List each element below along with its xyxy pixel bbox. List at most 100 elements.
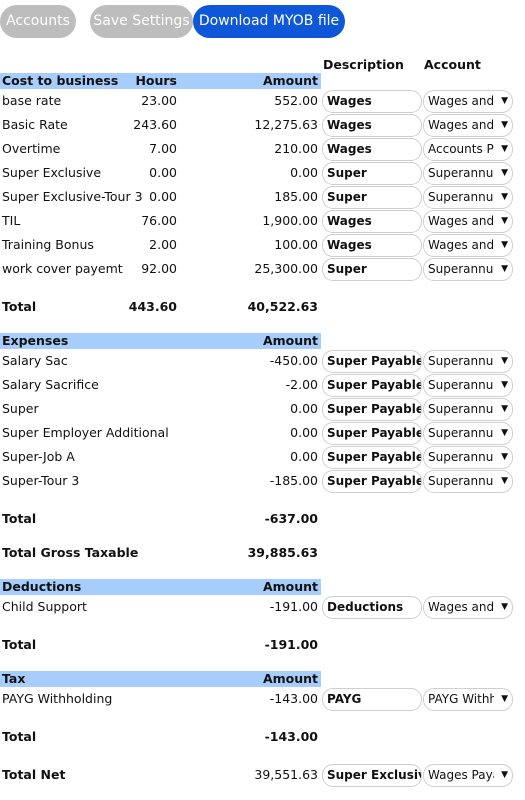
row-label: TIL bbox=[2, 213, 21, 228]
row-amount: 210.00 bbox=[274, 141, 318, 156]
row-amount: -191.00 bbox=[269, 599, 318, 614]
row-amount: 185.00 bbox=[274, 189, 318, 204]
table-row: base rate 23.00 552.00 Wages Wages and ▼ bbox=[0, 90, 525, 114]
total-amount: -637.00 bbox=[264, 511, 318, 526]
account-select[interactable]: Superannua ▼ bbox=[423, 186, 513, 209]
row-label: base rate bbox=[2, 93, 62, 108]
total-net-row: Total Net39,551.63Super ExclusiveWages P… bbox=[0, 764, 525, 788]
account-select[interactable]: Superannua ▼ bbox=[423, 446, 513, 469]
account-select[interactable]: PAYG Withh ▼ bbox=[423, 688, 513, 711]
row-hours: 7.00 bbox=[149, 141, 177, 156]
header-amount: Amount bbox=[262, 73, 318, 88]
description-input[interactable]: Super bbox=[322, 258, 422, 281]
account-select-value: Superannua bbox=[428, 262, 494, 276]
description-input[interactable]: Super Payable bbox=[322, 398, 422, 421]
description-input[interactable]: Super bbox=[322, 162, 422, 185]
account-select-value: PAYG Withh bbox=[428, 692, 494, 706]
row-label: Overtime bbox=[2, 141, 61, 156]
account-select-value: Superannua bbox=[428, 474, 494, 488]
account-select-value: Wages and bbox=[428, 118, 494, 132]
gross-taxable-label: Total Gross Taxable bbox=[2, 545, 139, 560]
table-row: Super-Job A 0.00 Super Payable Superannua ▼ bbox=[0, 446, 525, 470]
deductions-total-row: Total -191.00 bbox=[0, 634, 525, 658]
account-select[interactable]: Wages and ▼ bbox=[423, 596, 513, 619]
row-amount: 0.00 bbox=[290, 425, 318, 440]
chevron-down-icon: ▼ bbox=[501, 602, 508, 612]
header-amount: Amount bbox=[262, 579, 318, 594]
total-amount: -191.00 bbox=[264, 637, 318, 652]
row-label: Super Exclusive bbox=[2, 165, 102, 180]
account-select[interactable]: Superannua ▼ bbox=[423, 422, 513, 445]
description-input[interactable]: Super Payable bbox=[322, 470, 422, 493]
account-select-value: Superannua bbox=[428, 166, 494, 180]
description-input[interactable]: Deductions bbox=[322, 596, 422, 619]
description-input[interactable]: Super Payable bbox=[322, 374, 422, 397]
row-hours: 92.00 bbox=[141, 261, 177, 276]
description-input[interactable]: PAYG bbox=[322, 688, 422, 711]
row-hours: 0.00 bbox=[149, 165, 177, 180]
chevron-down-icon: ▼ bbox=[501, 264, 508, 274]
row-label: Salary Sacrifice bbox=[2, 377, 99, 392]
account-select[interactable]: Wages and ▼ bbox=[423, 210, 513, 233]
save-settings-button[interactable]: Save Settings bbox=[90, 5, 193, 38]
account-select[interactable]: Superannua ▼ bbox=[423, 162, 513, 185]
description-input[interactable]: Super Exclusive bbox=[322, 764, 422, 787]
header-amount: Amount bbox=[262, 671, 318, 686]
row-label: PAYG Withholding bbox=[2, 691, 113, 706]
row-amount: 0.00 bbox=[290, 449, 318, 464]
description-input[interactable]: Wages bbox=[322, 114, 422, 137]
row-amount: 25,300.00 bbox=[254, 261, 318, 276]
description-input[interactable]: Super bbox=[322, 186, 422, 209]
table-row: PAYG Withholding -143.00 PAYG PAYG Withh ▼ bbox=[0, 688, 525, 712]
chevron-down-icon: ▼ bbox=[501, 476, 508, 486]
row-label: Super-Job A bbox=[2, 449, 75, 464]
total-label: Total bbox=[2, 511, 37, 526]
row-label: Super Employer Additional bbox=[2, 425, 169, 440]
table-row: Super-Tour 3 -185.00 Super Payable Superann… bbox=[0, 470, 525, 494]
description-input[interactable]: Wages bbox=[322, 234, 422, 257]
account-select[interactable]: Superannua ▼ bbox=[423, 350, 513, 373]
account-select[interactable]: Accounts Pa ▼ bbox=[423, 138, 513, 161]
account-select[interactable]: Superannua ▼ bbox=[423, 374, 513, 397]
expenses-header: Expenses Amount bbox=[0, 333, 321, 349]
row-label: Training Bonus bbox=[2, 237, 94, 252]
row-label: Salary Sac bbox=[2, 353, 68, 368]
header-label: Tax bbox=[2, 671, 26, 686]
account-select-value: Accounts Pa bbox=[428, 142, 494, 156]
account-select-value: Wages and bbox=[428, 238, 494, 252]
description-input[interactable]: Super Payable bbox=[322, 422, 422, 445]
total-label: Total bbox=[2, 299, 37, 314]
account-select[interactable]: Superannua ▼ bbox=[423, 398, 513, 421]
header-amount: Amount bbox=[262, 333, 318, 348]
account-select-value: Superannua bbox=[428, 378, 494, 392]
account-select[interactable]: Wages and ▼ bbox=[423, 234, 513, 257]
download-myob-button[interactable]: Download MYOB file bbox=[193, 5, 345, 38]
total-hours: 443.60 bbox=[128, 299, 177, 314]
description-input[interactable]: Super Payable bbox=[322, 446, 422, 469]
account-select-value: Wages and bbox=[428, 214, 494, 228]
account-column-header: Account bbox=[424, 57, 481, 72]
cost-header: Cost to business Hours Amount bbox=[0, 73, 321, 89]
account-select[interactable]: Wages and ▼ bbox=[423, 114, 513, 137]
total-amount: -143.00 bbox=[264, 729, 318, 744]
account-select[interactable]: Superannua ▼ bbox=[423, 470, 513, 493]
description-input[interactable]: Super Payable bbox=[322, 350, 422, 373]
description-input[interactable]: Wages bbox=[322, 90, 422, 113]
chevron-down-icon: ▼ bbox=[501, 240, 508, 250]
table-row: Super 0.00 Super Payable Superannua ▼ bbox=[0, 398, 525, 422]
row-label: Child Support bbox=[2, 599, 87, 614]
account-select-value: Wages and bbox=[428, 94, 494, 108]
row-label: Super-Tour 3 bbox=[2, 473, 80, 488]
accounts-button[interactable]: Accounts bbox=[0, 5, 76, 38]
account-select[interactable]: Wages Paya ▼ bbox=[423, 764, 513, 787]
table-row: Basic Rate 243.60 12,275.63 Wages Wages and ▼ bbox=[0, 114, 525, 138]
description-column-header: Description bbox=[323, 57, 404, 72]
table-row: Child Support -191.00 Deductions Wages and ▼ bbox=[0, 596, 525, 620]
description-input[interactable]: Wages bbox=[322, 210, 422, 233]
description-input[interactable]: Wages bbox=[322, 138, 422, 161]
row-amount: -185.00 bbox=[269, 473, 318, 488]
account-select-value: Superannua bbox=[428, 354, 494, 368]
account-select[interactable]: Wages and ▼ bbox=[423, 90, 513, 113]
row-hours: 76.00 bbox=[141, 213, 177, 228]
account-select[interactable]: Superannua ▼ bbox=[423, 258, 513, 281]
